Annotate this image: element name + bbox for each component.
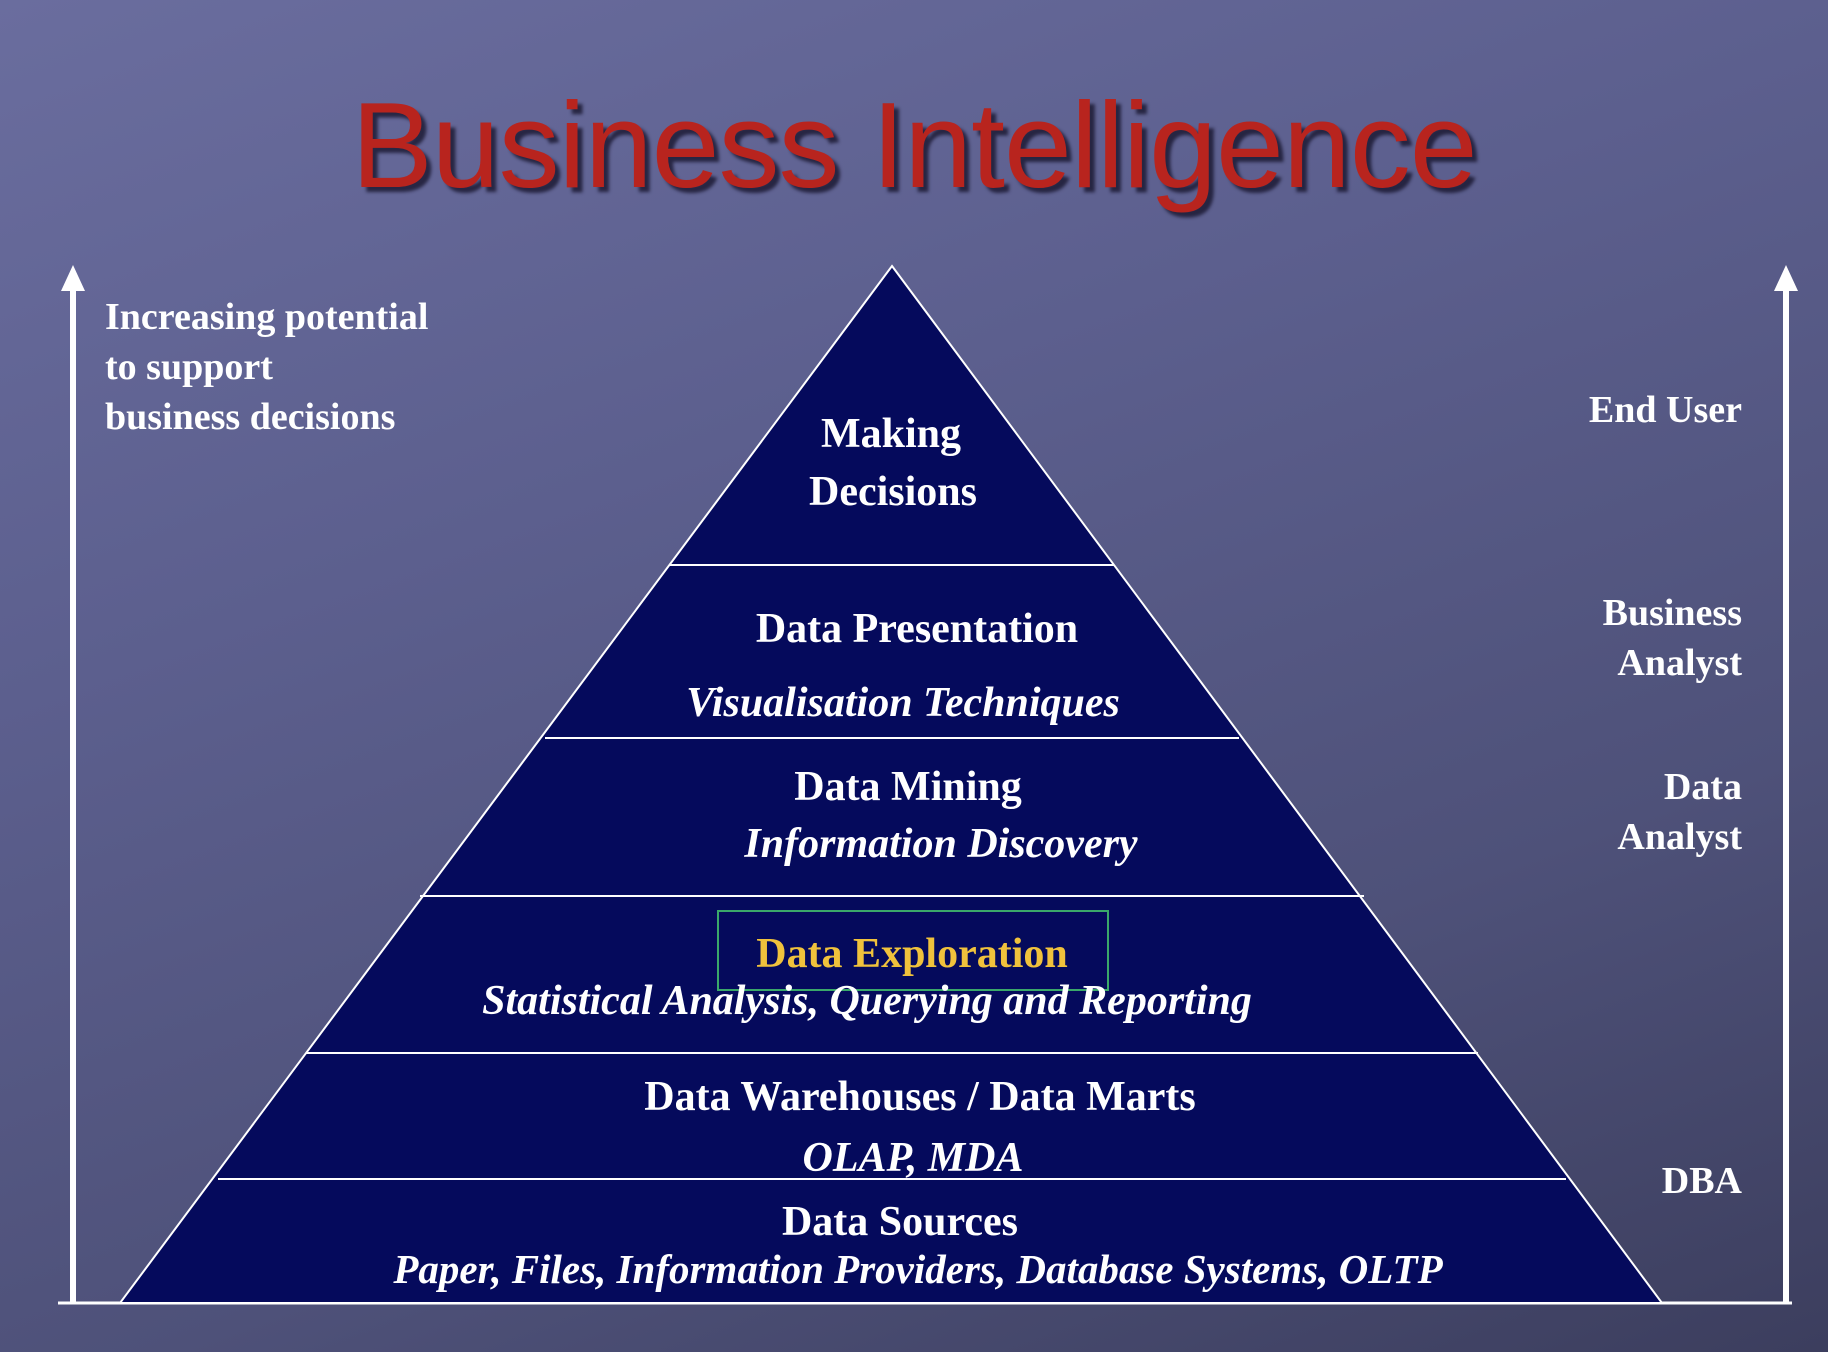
layer-subtitle: Statistical Analysis, Querying and Repor… xyxy=(482,978,1252,1024)
left-arrowhead-icon xyxy=(61,265,85,291)
layer-title: Data Warehouses / Data Marts xyxy=(644,1074,1195,1120)
layer-subtitle: Paper, Files, Information Providers, Dat… xyxy=(392,1246,1443,1292)
slide: Business Intelligence Making Decisions D… xyxy=(0,0,1828,1352)
layer-subtitle: Information Discovery xyxy=(743,821,1138,867)
role-dba: DBA xyxy=(1661,1160,1742,1202)
layer-title: Making xyxy=(821,411,961,457)
role-data-analyst: Data Analyst xyxy=(1617,766,1742,858)
layer-title: Data Mining xyxy=(794,764,1022,810)
role-end-user: End User xyxy=(1588,389,1742,431)
pyramid-diagram: Making Decisions Data Presentation Visua… xyxy=(58,264,1798,1305)
left-axis-caption: Increasing potential to support business… xyxy=(105,296,429,438)
layer-title: Data Exploration xyxy=(756,931,1068,977)
layer-subtitle: OLAP, MDA xyxy=(803,1135,1024,1181)
layer-subtitle: Visualisation Techniques xyxy=(686,680,1120,726)
role-business-analyst: Business Analyst xyxy=(1602,592,1742,684)
right-arrowhead-icon xyxy=(1774,265,1798,291)
layer-title-line2: Decisions xyxy=(809,469,977,515)
layer-title: Data Sources xyxy=(782,1199,1018,1245)
layer-title: Data Presentation xyxy=(756,606,1078,652)
